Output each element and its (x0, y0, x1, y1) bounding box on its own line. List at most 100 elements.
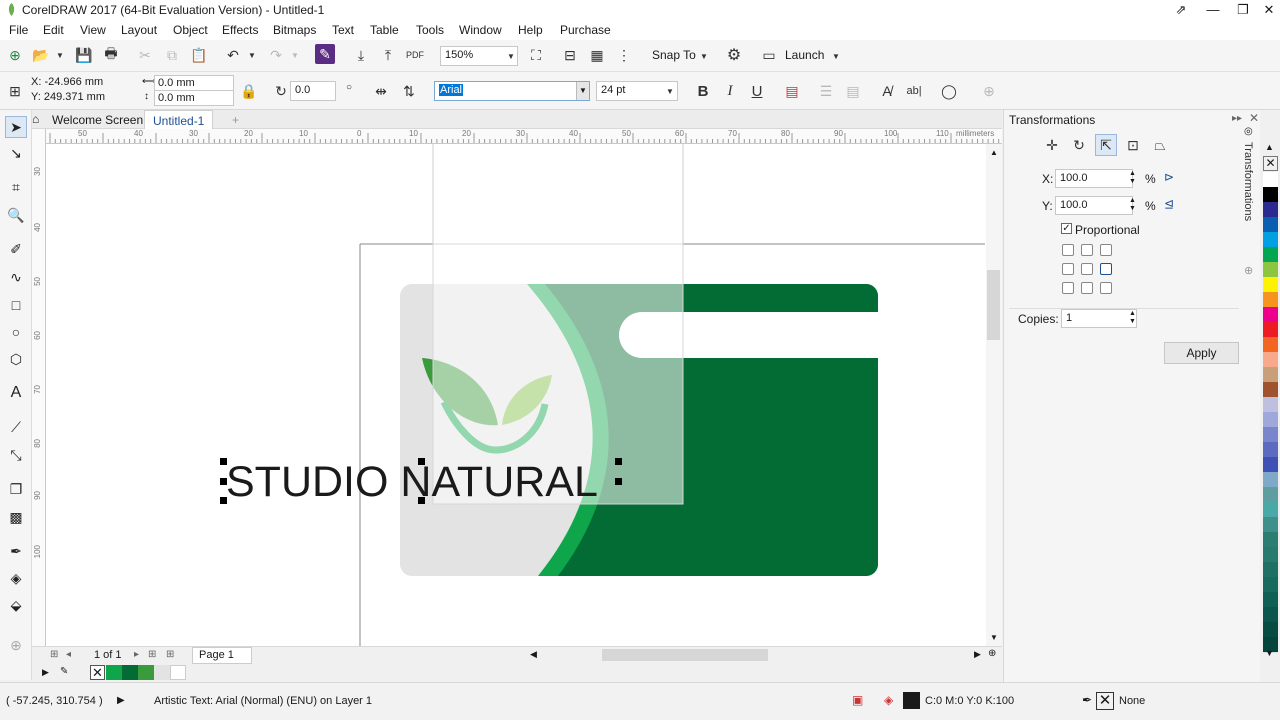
vertical-text-icon[interactable]: ◯ (938, 80, 960, 102)
page-tab[interactable]: Page 1 (192, 647, 252, 664)
height-field[interactable]: 0.0 mm (154, 90, 234, 106)
doc-swatch[interactable] (170, 665, 186, 680)
drawing-canvas[interactable]: STUDIO NATURAL (46, 144, 986, 646)
add-docker-icon[interactable]: ⊕ (1244, 264, 1253, 277)
palette-swatch[interactable] (1263, 277, 1278, 293)
import-icon[interactable]: ⤓ (350, 44, 372, 66)
drop-cap-icon[interactable]: ▤ (842, 80, 864, 102)
show-grid-icon[interactable]: ▦ (586, 44, 608, 66)
restore-toolbar-icon[interactable]: ⇗ (1166, 0, 1196, 20)
eyedropper-icon[interactable]: ✒ (5, 540, 27, 562)
vertical-scroll-thumb[interactable] (987, 270, 1000, 340)
width-field[interactable]: 0.0 mm (154, 75, 234, 91)
palette-swatch[interactable] (1263, 427, 1278, 443)
palette-swatch[interactable] (1263, 547, 1278, 563)
palette-swatch[interactable] (1263, 577, 1278, 593)
copy-icon[interactable]: ⧉ (161, 44, 183, 66)
polygon-tool-icon[interactable]: ⬡ (5, 348, 27, 370)
anchor-checkbox[interactable] (1081, 244, 1093, 256)
menu-help[interactable]: Help (518, 23, 543, 37)
options-gear-icon[interactable]: ⚙ (723, 44, 745, 66)
anchor-checkbox[interactable] (1062, 282, 1074, 294)
new-document-icon[interactable]: ⊕ (4, 44, 26, 66)
edit-text-icon[interactable]: ab| (903, 80, 925, 102)
menu-tools[interactable]: Tools (416, 23, 444, 37)
open-icon[interactable]: 📂 (30, 44, 52, 66)
anchor-checkbox[interactable] (1100, 282, 1112, 294)
anchor-checkbox[interactable] (1100, 244, 1112, 256)
first-page-icon[interactable]: ⊞ (50, 649, 58, 660)
minimize-button[interactable]: — (1198, 0, 1228, 20)
tab-welcome-screen[interactable]: Welcome Screen (44, 110, 151, 129)
font-list-box[interactable]: Arial (434, 81, 590, 101)
new-tab-button[interactable]: + (224, 110, 247, 129)
menu-window[interactable]: Window (459, 23, 502, 37)
y-position-field[interactable]: Y: 249.371 mm (28, 90, 126, 106)
selection-handle[interactable] (418, 497, 425, 504)
vertical-scrollbar[interactable]: ▲ ▼ (986, 144, 1002, 646)
status-expand-icon[interactable]: ▶ (117, 695, 125, 706)
selection-handle[interactable] (418, 458, 425, 465)
object-origin-icon[interactable]: ⊞ (4, 80, 26, 102)
mirror-horizontal-icon[interactable]: ⇹ (370, 80, 392, 102)
horizontal-ruler[interactable]: 50 40 30 20 10 0 10 20 30 40 50 60 70 80… (46, 129, 1002, 144)
palette-swatch[interactable] (1263, 292, 1278, 308)
color-eyedropper-icon[interactable]: ✎ (60, 666, 68, 677)
mirror-vertical-icon[interactable]: ⊴ (1164, 197, 1174, 211)
horizontal-scroll-thumb[interactable] (602, 649, 768, 661)
menu-file[interactable]: File (9, 23, 28, 37)
text-properties-icon[interactable]: A̸ (876, 80, 898, 102)
palette-scroll-down-icon[interactable]: ▼ (1265, 648, 1274, 658)
redo-icon[interactable]: ↷ (265, 44, 287, 66)
paste-icon[interactable]: 📋 (188, 44, 210, 66)
palette-swatch[interactable] (1263, 592, 1278, 608)
scroll-right-icon[interactable]: ▶ (974, 649, 981, 660)
freehand-tool-icon[interactable]: ✐ (5, 238, 27, 260)
palette-swatch[interactable] (1263, 262, 1278, 278)
launch-label[interactable]: Launch (785, 48, 824, 62)
palette-swatch[interactable] (1263, 532, 1278, 548)
snap-to-label[interactable]: Snap To (652, 48, 696, 62)
vertical-ruler[interactable]: 30 40 50 60 70 80 90 100 (32, 129, 46, 646)
snap-to-dropdown-icon[interactable]: ▼ (700, 52, 708, 61)
palette-swatch[interactable] (1263, 472, 1278, 488)
palette-expand-icon[interactable]: ▶ (42, 667, 49, 678)
fill-icon[interactable]: ◈ (884, 693, 893, 707)
zoom-tool-icon[interactable]: 🔍 (5, 204, 27, 226)
mirror-horizontal-icon[interactable]: ⊳ (1164, 170, 1174, 184)
full-screen-preview-icon[interactable]: ⊟ (559, 44, 581, 66)
selection-handle[interactable] (615, 478, 622, 485)
scroll-down-icon[interactable]: ▼ (990, 633, 998, 642)
y-scale-field[interactable]: 100.0 (1055, 196, 1133, 215)
palette-swatch[interactable] (1263, 172, 1278, 188)
palette-swatch[interactable] (1263, 562, 1278, 578)
copies-field[interactable]: 1 (1061, 309, 1137, 328)
outline-none-swatch[interactable]: ✕ (1096, 692, 1114, 710)
zoom-dropdown-icon[interactable]: ▼ (507, 52, 515, 61)
text-tool-icon[interactable]: A (5, 382, 27, 404)
connector-tool-icon[interactable]: ⤡ (5, 444, 27, 466)
no-fill-swatch[interactable]: ✕ (1263, 156, 1278, 171)
palette-swatch[interactable] (1263, 442, 1278, 458)
size-transform-icon[interactable]: ⊡ (1122, 134, 1144, 156)
open-dropdown-icon[interactable]: ▼ (56, 51, 64, 60)
add-toolbar-icon[interactable]: ⊕ (978, 80, 1000, 102)
artistic-media-icon[interactable]: ∿ (5, 266, 27, 288)
close-button[interactable]: ✕ (1254, 0, 1280, 20)
palette-swatch[interactable] (1263, 382, 1278, 398)
font-size-dropdown-icon[interactable]: ▼ (666, 87, 674, 96)
menu-layout[interactable]: Layout (121, 23, 157, 37)
color-proofing-icon[interactable]: ▣ (852, 693, 863, 707)
palette-swatch[interactable] (1263, 412, 1278, 428)
interactive-fill-icon[interactable]: ◈ (5, 567, 27, 589)
add-page-icon[interactable]: ⊞ (166, 649, 174, 660)
menu-purchase[interactable]: Purchase (560, 23, 611, 37)
launch-dropdown-icon[interactable]: ▼ (832, 52, 840, 61)
rotate-transform-icon[interactable]: ↻ (1068, 134, 1090, 156)
undo-dropdown-icon[interactable]: ▼ (248, 51, 256, 60)
text-align-icon[interactable]: ▤ (781, 80, 803, 102)
next-page-icon[interactable]: ▸ (134, 649, 139, 660)
menu-bitmaps[interactable]: Bitmaps (273, 23, 316, 37)
x-scale-spinner-icon[interactable]: ▲ ▼ (1129, 170, 1136, 186)
home-icon[interactable]: ⌂ (32, 112, 39, 126)
